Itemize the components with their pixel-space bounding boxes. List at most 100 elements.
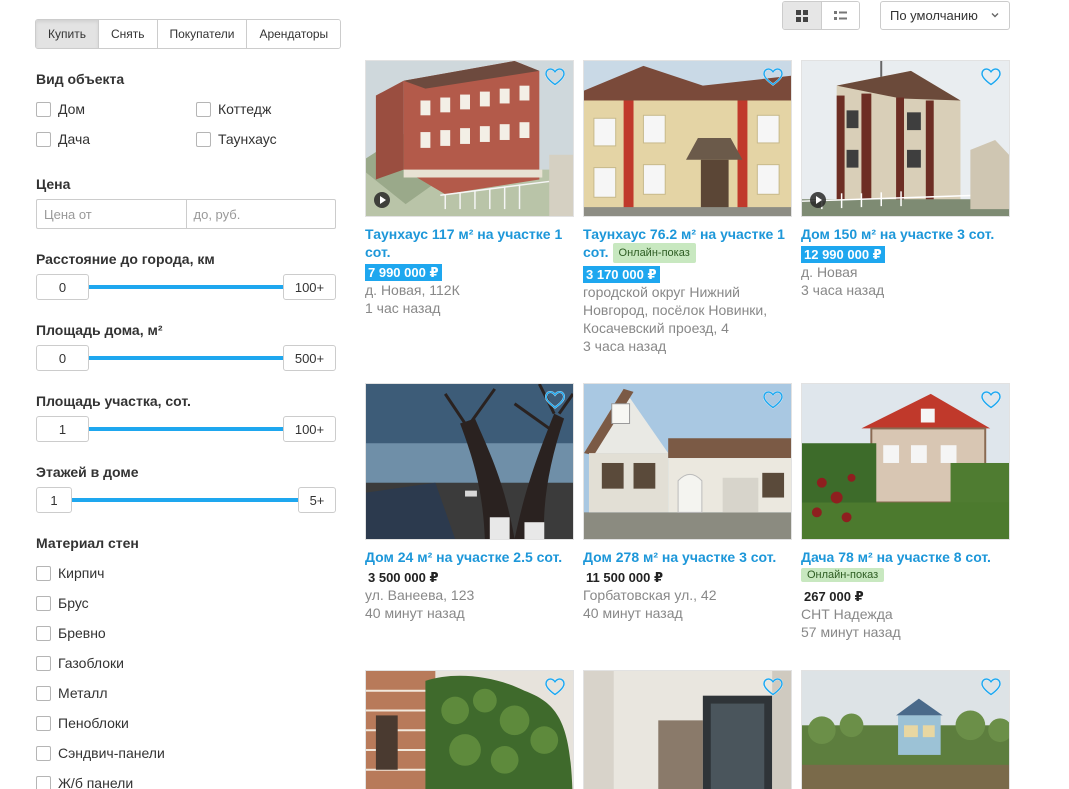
listing-photo[interactable] — [365, 670, 574, 789]
checkbox-label: Дача — [58, 131, 91, 147]
checkbox-foam-block[interactable]: Пеноблоки — [36, 715, 129, 731]
slider-min-input[interactable]: 0 — [36, 274, 89, 300]
slider-min-input[interactable]: 1 — [36, 487, 72, 513]
listing-card[interactable]: Дом 24 м² на участке 2.5 сот. 3 500 000 … — [365, 383, 574, 622]
listing-card[interactable]: Дача 78 м² на участке 8 сот. Онлайн-пока… — [801, 383, 1010, 641]
listing-photo[interactable] — [583, 60, 792, 217]
slider-track[interactable] — [69, 498, 301, 502]
slider-min-input[interactable]: 1 — [36, 416, 89, 442]
slider-max-input[interactable]: 5+ — [298, 487, 336, 513]
listing-title[interactable]: Дом 150 м² на участке 3 сот. — [801, 225, 1010, 243]
favorite-heart-icon[interactable] — [545, 391, 565, 409]
listing-photo[interactable] — [583, 383, 792, 540]
checkbox-log[interactable]: Бревно — [36, 625, 106, 641]
view-toggle — [782, 1, 860, 30]
listing-card[interactable]: Таунхаус 117 м² на участке 1 сот. 7 990 … — [365, 60, 574, 317]
tab-buyers[interactable]: Покупатели — [156, 20, 247, 48]
checkbox-box[interactable] — [36, 565, 51, 581]
checkbox-gas-block[interactable]: Газоблоки — [36, 655, 124, 671]
listing-photo[interactable] — [365, 60, 574, 217]
listing-card[interactable]: Дом 278 м² на участке 3 сот. 11 500 000 … — [583, 383, 792, 622]
checkbox-label: Кирпич — [58, 565, 105, 581]
listing-time: 40 минут назад — [365, 605, 465, 621]
favorite-heart-icon[interactable] — [981, 68, 1001, 86]
sort-select[interactable]: По умолчанию — [880, 1, 1010, 30]
checkbox-box[interactable] — [36, 655, 51, 671]
checkbox-box[interactable] — [36, 685, 51, 701]
listing-card[interactable] — [365, 670, 574, 789]
listing-address: СНТ Надежда — [801, 606, 893, 622]
checkbox-box[interactable] — [36, 745, 51, 761]
listing-card[interactable] — [583, 670, 792, 789]
checkbox-box[interactable] — [36, 595, 51, 611]
checkbox-cottage[interactable]: Коттедж — [196, 101, 271, 117]
checkbox-concrete-panel[interactable]: Ж/б панели — [36, 775, 133, 789]
grid-icon — [795, 9, 808, 22]
checkbox-house[interactable]: Дом — [36, 101, 85, 117]
checkbox-metal[interactable]: Металл — [36, 685, 108, 701]
listing-photo[interactable] — [801, 60, 1010, 217]
tab-tenants[interactable]: Арендаторы — [246, 20, 341, 48]
checkbox-box[interactable] — [196, 131, 211, 147]
checkbox-dacha[interactable]: Дача — [36, 131, 90, 147]
favorite-heart-icon[interactable] — [981, 391, 1001, 409]
house-photo — [366, 671, 573, 789]
slider-max-input[interactable]: 100+ — [283, 274, 336, 300]
favorite-heart-icon[interactable] — [981, 678, 1001, 696]
tab-rent[interactable]: Снять — [97, 20, 157, 48]
checkbox-box[interactable] — [36, 715, 51, 731]
listing-title[interactable]: Дача 78 м² на участке 8 сот. — [801, 548, 1010, 566]
checkbox-box[interactable] — [36, 625, 51, 641]
slider-min-input[interactable]: 0 — [36, 345, 89, 371]
favorite-heart-icon[interactable] — [763, 391, 783, 409]
favorite-heart-icon[interactable] — [763, 68, 783, 86]
checkbox-brick[interactable]: Кирпич — [36, 565, 104, 581]
checkbox-townhouse[interactable]: Таунхаус — [196, 131, 277, 147]
floors-slider: 1 5+ — [36, 487, 336, 513]
checkbox-box[interactable] — [36, 131, 51, 147]
favorite-heart-icon[interactable] — [545, 678, 565, 696]
checkbox-sandwich-panel[interactable]: Сэндвич-панели — [36, 745, 165, 761]
slider-track[interactable] — [86, 356, 286, 360]
online-tour-badge: Онлайн-показ — [801, 568, 885, 582]
slider-track[interactable] — [86, 285, 286, 289]
listing-photo[interactable] — [583, 670, 792, 789]
house-photo — [366, 384, 573, 539]
listing-photo[interactable] — [801, 383, 1010, 540]
checkbox-label: Ж/б панели — [58, 775, 134, 789]
listing-card[interactable] — [801, 670, 1010, 789]
listing-address: ул. Ванеева, 123 — [365, 587, 475, 603]
object-type-title: Вид объекта — [36, 71, 125, 87]
townhouse-photo — [366, 61, 573, 216]
tab-buy[interactable]: Купить — [36, 20, 98, 48]
checkbox-box[interactable] — [196, 101, 211, 117]
favorite-heart-icon[interactable] — [545, 68, 565, 86]
slider-track[interactable] — [86, 427, 286, 431]
grid-view-button[interactable] — [783, 2, 822, 29]
list-view-button[interactable] — [821, 2, 859, 29]
listing-time: 40 минут назад — [583, 605, 683, 621]
dacha-photo — [802, 671, 1009, 789]
listing-title[interactable]: Таунхаус 76.2 м² на участке 1 сот. Онлайн… — [583, 225, 792, 263]
video-icon — [810, 192, 826, 208]
checkbox-label: Коттедж — [218, 101, 272, 117]
checkbox-timber[interactable]: Брус — [36, 595, 89, 611]
price-from-input[interactable]: Цена от — [37, 200, 186, 228]
listing-photo[interactable] — [801, 670, 1010, 789]
listing-address: Горбатовская ул., 42 — [583, 587, 717, 603]
price-range: Цена от до, руб. — [36, 199, 336, 229]
listing-title[interactable]: Дом 278 м² на участке 3 сот. — [583, 548, 792, 566]
listing-title[interactable]: Дом 24 м² на участке 2.5 сот. — [365, 548, 574, 566]
listing-title[interactable]: Таунхаус 117 м² на участке 1 сот. — [365, 225, 574, 261]
checkbox-box[interactable] — [36, 775, 51, 789]
favorite-heart-icon[interactable] — [763, 678, 783, 696]
house-photo — [584, 384, 791, 539]
slider-max-input[interactable]: 100+ — [283, 416, 336, 442]
checkbox-label: Пеноблоки — [58, 715, 129, 731]
listing-photo[interactable] — [365, 383, 574, 540]
listing-card[interactable]: Таунхаус 76.2 м² на участке 1 сот. Онлайн… — [583, 60, 792, 355]
price-to-input[interactable]: до, руб. — [185, 200, 336, 228]
listing-card[interactable]: Дом 150 м² на участке 3 сот. 12 990 000 … — [801, 60, 1010, 299]
checkbox-box[interactable] — [36, 101, 51, 117]
slider-max-input[interactable]: 500+ — [283, 345, 336, 371]
